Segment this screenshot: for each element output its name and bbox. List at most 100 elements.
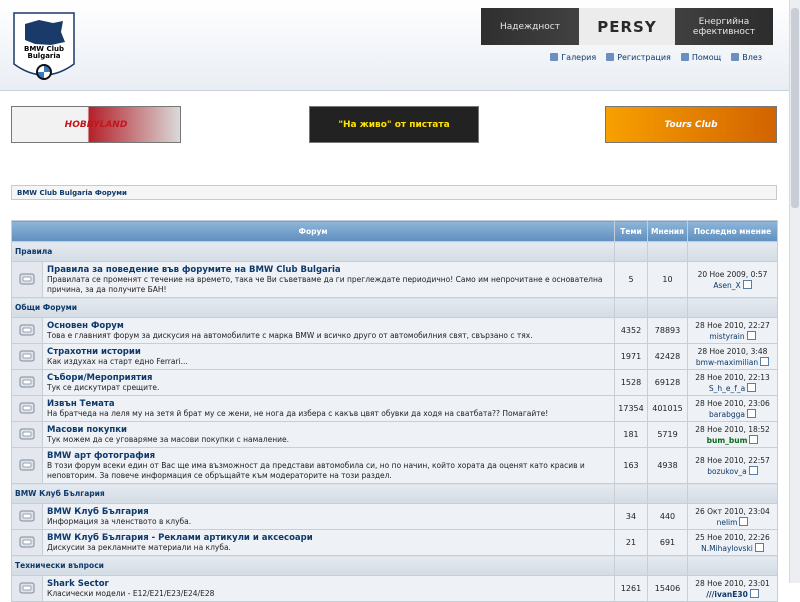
forum-info: Правила за поведение във форумите на BMW… [41,261,616,298]
toplink-3[interactable]: Влез [731,53,762,62]
last-post-user[interactable]: N.Mihaylovski [701,544,753,553]
forum-description: Това е главният форум за дискусия на авт… [47,331,533,340]
category-spacer [614,483,649,504]
forum-read-icon [11,261,43,298]
go-to-post-icon[interactable] [754,542,764,552]
go-to-post-icon[interactable] [742,279,752,289]
col-last-post: Последно мнение [687,220,779,242]
forum-info: Shark Sector Класически модели - E12/E21/… [41,575,616,602]
category-name[interactable]: BMW Клуб България [10,483,616,504]
toplink-1[interactable]: Регистрация [606,53,671,62]
category-spacer [687,241,779,262]
last-post-user[interactable]: nelim [717,518,738,527]
forum-posts-count: 10 [647,261,689,298]
go-to-post-icon[interactable] [749,434,759,444]
category-spacer [614,297,649,318]
toplink-label: Влез [742,53,762,62]
last-post-date: 20 Ное 2009, 0:57 [697,269,768,279]
folder-icon [19,536,35,547]
category-name[interactable]: Технически въпроси [10,555,616,576]
breadcrumb-link[interactable]: BMW Club Bulgaria Форуми [17,189,127,197]
forum-row: BMW Клуб България Информация за членствот… [11,503,779,530]
go-to-post-icon[interactable] [748,465,758,475]
forum-title-link[interactable]: Правила за поведение във форумите на BMW… [47,265,609,275]
forum-row: Масови покупки Тук можем да се уговаряме … [11,421,779,448]
go-to-post-icon[interactable] [749,588,759,598]
breadcrumb[interactable]: BMW Club Bulgaria Форуми [11,185,777,200]
category-spacer [647,241,689,262]
forum-info: BMW Клуб България - Реклами артикули и а… [41,529,616,556]
forum-description: Информация за членството в клуба. [47,517,192,526]
last-post-user[interactable]: S_h_e_f_a [709,384,745,393]
forum-posts-count: 78893 [647,317,689,344]
last-post-user[interactable]: bum_bum [707,436,748,445]
last-post-user[interactable]: barabgga [709,410,745,419]
toplink-0[interactable]: Галерия [550,53,596,62]
last-post-date: 28 Ное 2010, 18:52 [695,424,770,434]
folder-icon [19,376,35,387]
go-to-post-icon[interactable] [747,382,757,392]
folder-icon [19,402,35,413]
forum-topics-count: 5 [614,261,649,298]
last-post: 20 Ное 2009, 0:57 Asen_X [687,261,779,298]
toplink-2[interactable]: Помощ [680,53,721,62]
forum-title-link[interactable]: Събори/Мероприятия [47,373,609,383]
forum-posts-count: 440 [647,503,689,530]
forum-title-link[interactable]: Масови покупки [47,425,609,435]
top-links: Галерия Регистрация Помощ Влез [550,53,762,62]
forum-topics-count: 4352 [614,317,649,344]
login-icon [731,53,740,61]
forum-title-link[interactable]: Извън Темата [47,399,609,409]
last-post-user[interactable]: bozukov_a [707,467,747,476]
last-post-user[interactable]: ///ivanE30 [706,590,748,599]
forum-title-link[interactable]: Основен Форум [47,321,609,331]
go-to-post-icon[interactable] [760,356,770,366]
category-name[interactable]: Общи Форуми [10,297,616,318]
last-post-date: 28 Ное 2010, 3:48 [697,346,768,356]
forum-row: Shark Sector Класически модели - E12/E21/… [11,575,779,602]
forum-title-link[interactable]: BMW Клуб България - Реклами артикули и а… [47,533,609,543]
forum-topics-count: 17354 [614,395,649,422]
forum-read-icon [11,369,43,396]
vertical-scrollbar[interactable] [789,0,800,583]
forum-description: Класически модели - E12/E21/E23/E24/E28 [47,589,215,598]
forum-topics-count: 1971 [614,343,649,370]
forum-read-icon [11,447,43,484]
tours-club-banner[interactable]: Tours Club [605,106,777,143]
forum-description: Как издухах на старт едно Ferrari... [47,357,188,366]
hobbyland-banner[interactable]: HOBBYLAND [11,106,181,143]
forum-title-link[interactable]: BMW арт фотография [47,451,609,461]
last-post: 28 Ное 2010, 23:01 ///ivanE30 [687,575,779,602]
col-forum: Форум [10,220,616,242]
persy-right-text: Енергийна ефективност [692,16,756,37]
auto-guru-banner[interactable]: "На живо" от пистата [309,106,479,143]
forum-title-link[interactable]: Shark Sector [47,579,609,589]
category-spacer [647,297,689,318]
category-name[interactable]: Правила [10,241,616,262]
go-to-post-icon[interactable] [739,516,749,526]
last-post-user[interactable]: mistyrain [709,332,744,341]
category-row: Общи Форуми [10,297,779,318]
forum-row: BMW арт фотография В този форум всеки еди… [11,447,779,484]
forum-topics-count: 34 [614,503,649,530]
forum-title-link[interactable]: BMW Клуб България [47,507,609,517]
go-to-post-icon[interactable] [746,330,756,340]
forum-read-icon [11,343,43,370]
last-post-user[interactable]: Asen_X [713,281,740,290]
persy-banner[interactable]: Надеждност PERSY Енергийна ефективност [481,8,773,45]
category-row: Технически въпроси [10,555,779,576]
scrollbar-thumb[interactable] [791,8,799,208]
last-post-user[interactable]: bmw-maximilian [696,358,758,367]
site-header: BMW Club Bulgaria Надеждност PERSY Енерг… [0,0,790,91]
category-row: Правила [10,241,779,262]
folder-icon [19,428,35,439]
forum-description: Тук се дискутират срещите. [47,383,160,392]
forum-posts-count: 69128 [647,369,689,396]
forum-posts-count: 5719 [647,421,689,448]
forum-topics-count: 21 [614,529,649,556]
forum-title-link[interactable]: Страхотни истории [47,347,609,357]
last-post-date: 28 Ное 2010, 23:06 [695,398,770,408]
go-to-post-icon[interactable] [746,408,756,418]
forum-posts-count: 15406 [647,575,689,602]
last-post: 28 Ное 2010, 3:48 bmw-maximilian [687,343,779,370]
